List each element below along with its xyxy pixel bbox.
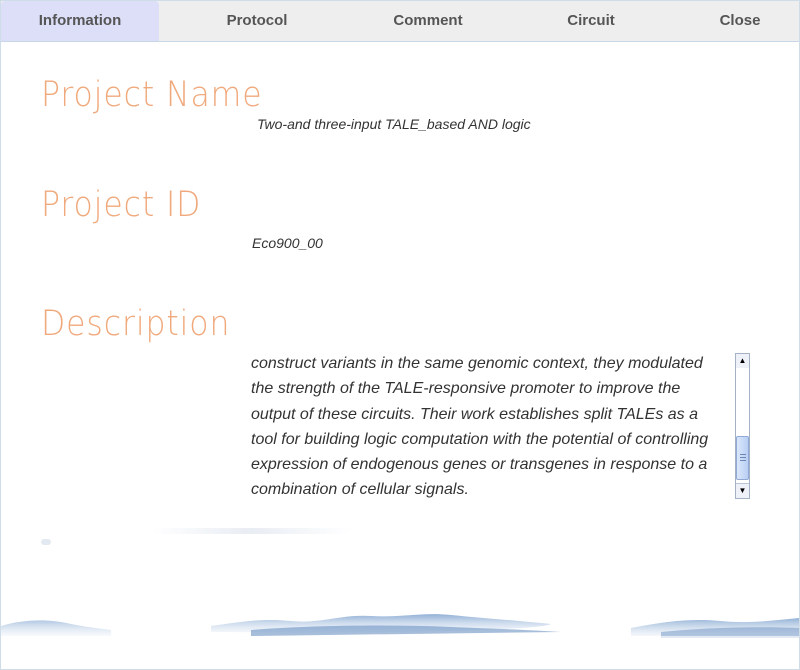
project-window: Information Protocol Comment Circuit Clo… [0, 0, 800, 670]
description-line: output of these circuits. Their work est… [251, 405, 699, 423]
project-name-value: Two-and three-input TALE_based AND logic [257, 116, 531, 132]
scrollbar-track[interactable] [736, 368, 749, 484]
project-name-heading: Project Name [41, 75, 263, 115]
description-heading: Description [41, 304, 231, 344]
description-text: construct variants in the same genomic c… [251, 351, 733, 501]
description-scrollbar[interactable]: ▲ ▼ [735, 353, 750, 499]
scrollbar-thumb[interactable] [736, 436, 749, 480]
description-line: tool for building logic computation with… [251, 430, 709, 448]
decorative-divider [151, 528, 351, 534]
tab-bar: Information Protocol Comment Circuit Clo… [1, 1, 799, 42]
project-id-value: Eco900_00 [252, 235, 323, 251]
down-arrow-icon[interactable]: ▼ [736, 483, 749, 498]
decorative-mark [41, 539, 51, 545]
description-textarea[interactable]: construct variants in the same genomic c… [251, 351, 751, 501]
description-line: the strength of the TALE-responsive prom… [251, 380, 681, 398]
project-id-heading: Project ID [41, 185, 202, 225]
mountain-landscape-image [1, 614, 799, 651]
tab-information[interactable]: Information [1, 1, 159, 41]
description-line: combination of cellular signals. [251, 481, 469, 499]
description-line: expression of endogenous genes or transg… [251, 456, 708, 474]
tab-comment[interactable]: Comment [347, 1, 509, 41]
tab-circuit[interactable]: Circuit [511, 1, 671, 41]
description-line: construct variants in the same genomic c… [251, 355, 703, 372]
up-arrow-icon[interactable]: ▲ [736, 354, 749, 369]
tab-close[interactable]: Close [681, 1, 799, 41]
tab-protocol[interactable]: Protocol [177, 1, 337, 41]
